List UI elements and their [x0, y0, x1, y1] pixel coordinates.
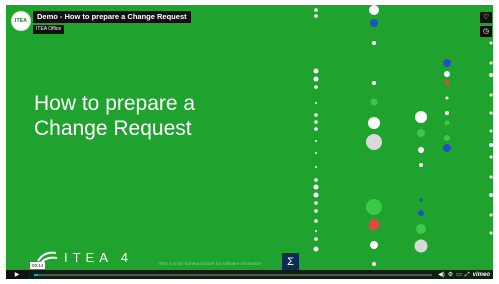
- dot: [443, 144, 451, 152]
- slide-footer-text: ITEA 4 is the Eureka Cluster for softwar…: [158, 261, 262, 266]
- dot: [489, 41, 493, 45]
- dot: [489, 61, 493, 65]
- dot: [418, 147, 424, 153]
- dot: [489, 193, 493, 197]
- vimeo-logo[interactable]: vimeo: [473, 272, 490, 278]
- dot: [372, 81, 376, 85]
- dot: [315, 230, 317, 232]
- dot: [314, 201, 318, 205]
- dot: [414, 239, 428, 253]
- dot: [315, 166, 317, 168]
- player-controls: ▶ 00:14 ◀) ⚙ ▭ ⤢ vimeo: [6, 262, 493, 279]
- dot: [313, 192, 319, 198]
- dot: [314, 8, 318, 12]
- slide-heading: How to prepare a Change Request: [34, 91, 195, 141]
- dot: [372, 41, 376, 45]
- clock-icon: ◷: [482, 28, 490, 35]
- dot: [314, 127, 318, 131]
- settings-icon[interactable]: ⚙: [448, 272, 453, 278]
- dot: [313, 184, 319, 190]
- dot: [314, 14, 318, 18]
- dot: [489, 93, 493, 97]
- heart-icon: ♡: [482, 14, 490, 21]
- decorative-dot-pattern: [313, 5, 493, 266]
- dot: [314, 85, 318, 89]
- pip-icon[interactable]: ▭: [456, 272, 462, 278]
- play-button[interactable]: ▶: [6, 270, 28, 279]
- dot: [489, 213, 493, 217]
- video-title-link[interactable]: Demo - How to prepare a Change Request: [33, 11, 191, 23]
- progress-bar[interactable]: [34, 273, 433, 276]
- dot: [368, 117, 380, 129]
- dot: [313, 76, 319, 82]
- dot: [313, 246, 319, 252]
- dot: [419, 198, 423, 202]
- itea-logo: ITEA 4: [36, 249, 133, 265]
- dot: [370, 98, 378, 106]
- dot: [314, 209, 318, 213]
- volume-icon[interactable]: ◀): [438, 272, 445, 278]
- dot: [368, 219, 380, 231]
- dot: [444, 71, 450, 77]
- dot: [315, 152, 317, 154]
- progress-fill: [34, 273, 38, 276]
- dot: [314, 219, 318, 223]
- slide-heading-line-1: How to prepare a: [34, 92, 196, 115]
- dot: [314, 237, 318, 241]
- dot: [366, 199, 382, 215]
- dot: [416, 224, 426, 234]
- dot: [366, 134, 382, 150]
- slide-heading-line-2: Change Request: [34, 117, 192, 140]
- dot: [418, 210, 424, 216]
- dot: [444, 120, 450, 126]
- dot: [489, 129, 493, 133]
- watch-later-button[interactable]: ◷: [480, 26, 492, 37]
- dot: [419, 163, 423, 167]
- play-icon: ▶: [14, 272, 20, 278]
- dot: [489, 231, 493, 235]
- current-time-badge: 00:14: [30, 262, 46, 269]
- dot: [417, 129, 425, 137]
- sigma-icon: Σ: [287, 255, 294, 268]
- control-icons: ◀) ⚙ ▭ ⤢ vimeo: [438, 272, 493, 278]
- dot: [445, 96, 449, 100]
- dot: [445, 111, 449, 115]
- dot: [370, 241, 378, 249]
- dot: [489, 111, 493, 115]
- dot: [443, 59, 451, 67]
- channel-logo-text: ITEA: [14, 18, 28, 24]
- dot: [369, 5, 379, 15]
- dot: [444, 80, 450, 86]
- channel-avatar[interactable]: ITEA: [11, 11, 31, 31]
- itea-brand-text: ITEA 4: [64, 249, 134, 265]
- dot: [314, 120, 318, 124]
- dot: [489, 73, 493, 77]
- dot: [489, 143, 493, 147]
- video-owner-link[interactable]: ITEA Office: [33, 25, 65, 34]
- video-player[interactable]: ITEA Demo - How to prepare a Change Requ…: [6, 5, 493, 279]
- dot: [489, 175, 493, 179]
- dot: [314, 113, 318, 117]
- like-button[interactable]: ♡: [480, 12, 492, 23]
- dot: [444, 135, 450, 141]
- dot: [315, 102, 317, 104]
- sigma-badge: Σ: [282, 253, 299, 270]
- dot: [313, 68, 319, 74]
- side-action-buttons: ♡ ◷: [480, 12, 492, 37]
- fullscreen-icon[interactable]: ⤢: [465, 272, 470, 278]
- dot: [415, 111, 427, 123]
- dot: [315, 140, 317, 142]
- dot: [489, 155, 493, 159]
- dot: [370, 19, 378, 27]
- dot: [372, 262, 376, 266]
- dot: [314, 178, 318, 182]
